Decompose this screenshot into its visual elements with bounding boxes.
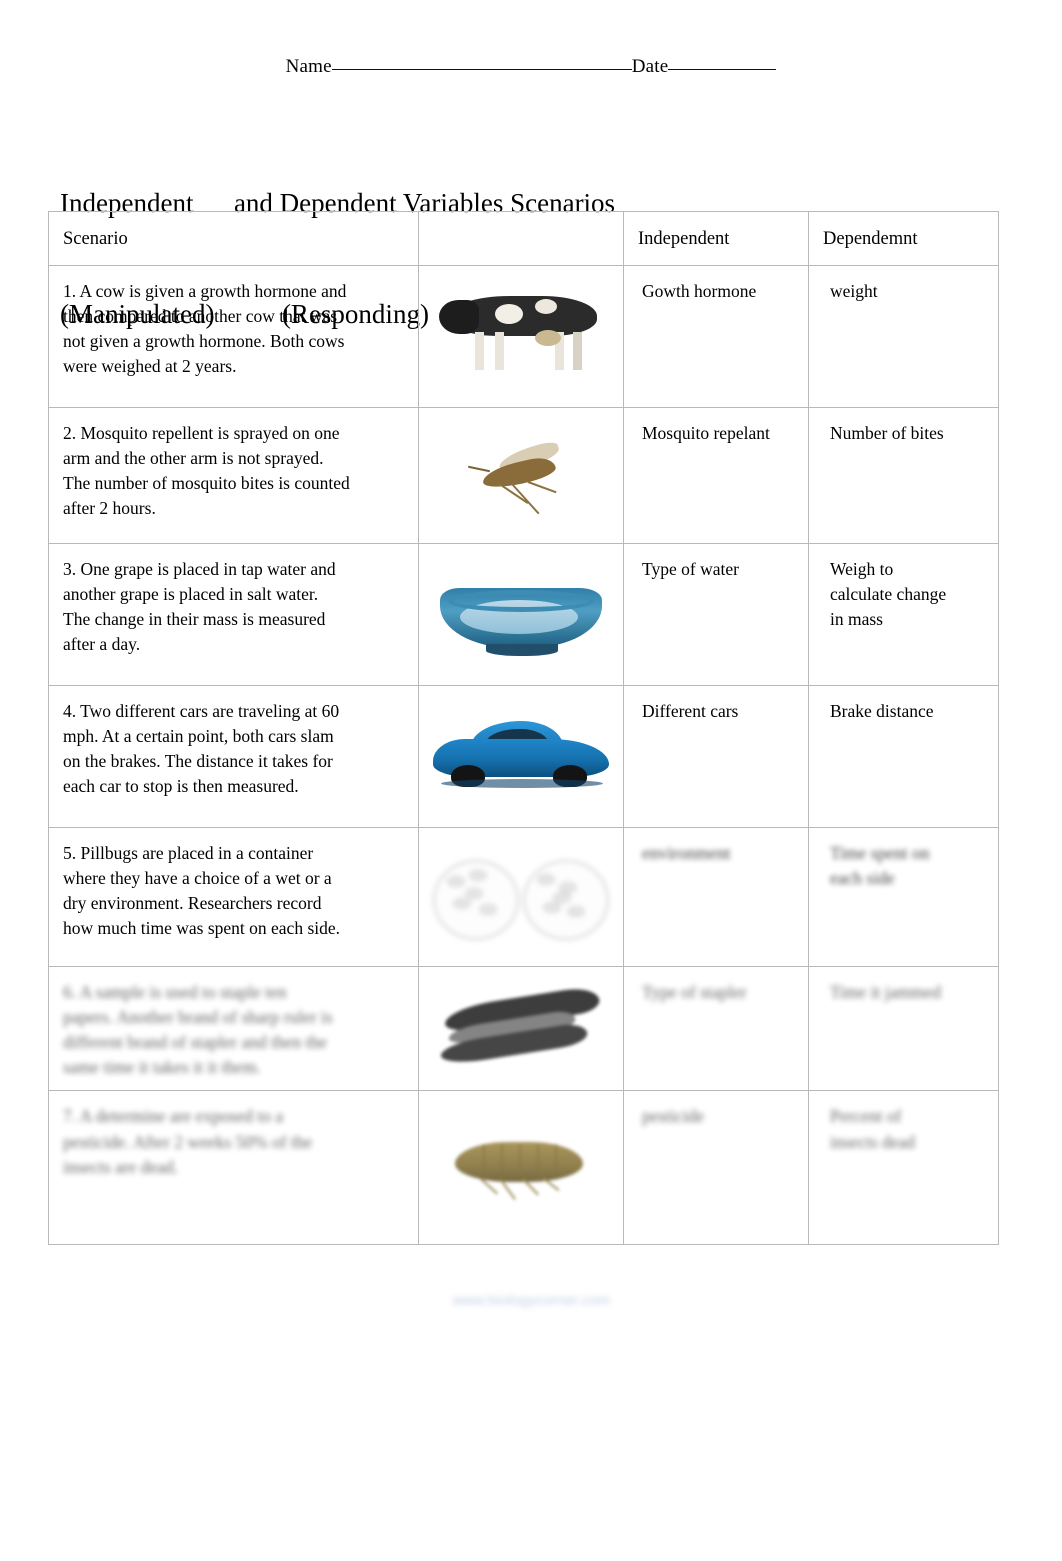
independent-cell[interactable]: environment xyxy=(623,826,809,967)
independent-answer: environment xyxy=(642,842,731,863)
date-label: Date xyxy=(631,56,669,77)
petri-dishes-photo xyxy=(431,848,611,946)
scenario-text: 4. Two different cars are traveling at 6… xyxy=(63,700,340,797)
scenarios-table: Scenario Independent Dependemnt 1. A cow… xyxy=(48,211,999,1246)
independent-answer: Different cars xyxy=(642,700,739,721)
scenario-cell: 4. Two different cars are traveling at 6… xyxy=(48,684,419,828)
blue-car-photo xyxy=(429,713,614,799)
independent-cell[interactable]: Mosquito repelant xyxy=(623,406,809,544)
scenario-cell: 2. Mosquito repellent is sprayed on one … xyxy=(48,406,419,544)
dependent-cell[interactable]: Percent of insects dead xyxy=(808,1090,999,1246)
picture-cell xyxy=(418,684,624,828)
table-row: 1. A cow is given a growth hormone and t… xyxy=(48,264,999,408)
independent-cell[interactable]: Different cars xyxy=(623,684,809,828)
dependent-answer: Time spent on each side xyxy=(830,842,930,888)
table-row: 7. A determine are exposed to a pesticid… xyxy=(48,1090,999,1246)
table-row: 6. A sample is used to staple ten papers… xyxy=(48,965,999,1092)
pillbug-photo xyxy=(437,1120,605,1216)
scenario-text: 6. A sample is used to staple ten papers… xyxy=(63,981,333,1078)
table-header-row: Scenario Independent Dependemnt xyxy=(48,211,999,266)
dependent-answer: Number of bites xyxy=(830,422,944,443)
scenario-text: 2. Mosquito repellent is sprayed on one … xyxy=(63,422,350,519)
independent-answer: pesticide xyxy=(642,1106,705,1127)
picture-cell xyxy=(418,1090,624,1246)
picture-cell xyxy=(418,406,624,544)
column-header-scenario: Scenario xyxy=(48,211,419,266)
date-blank-line[interactable] xyxy=(668,69,777,70)
dependent-answer: Weigh to calculate change in mass xyxy=(830,558,947,629)
column-header-dependent: Dependemnt xyxy=(808,211,999,266)
column-header-scenario-label: Scenario xyxy=(63,229,128,249)
dependent-answer: Brake distance xyxy=(830,700,934,721)
dependent-cell[interactable]: Time it jammed xyxy=(808,965,999,1092)
picture-cell xyxy=(418,965,624,1092)
cow-photo xyxy=(438,290,604,382)
scenario-text: 3. One grape is placed in tap water and … xyxy=(63,558,336,655)
independent-answer: Gowth hormone xyxy=(642,280,757,301)
scenario-cell: 7. A determine are exposed to a pesticid… xyxy=(48,1090,419,1246)
scenario-text: 5. Pillbugs are placed in a container wh… xyxy=(63,842,341,939)
independent-cell[interactable]: Gowth hormone xyxy=(623,264,809,408)
scenario-cell: 3. One grape is placed in tap water and … xyxy=(48,542,419,686)
scenario-text: 1. A cow is given a growth hormone and t… xyxy=(63,280,347,377)
independent-cell[interactable]: pesticide xyxy=(623,1090,809,1246)
dependent-answer: Percent of insects dead xyxy=(830,1106,916,1152)
dependent-cell[interactable]: Weigh to calculate change in mass xyxy=(808,542,999,686)
table-row: 2. Mosquito repellent is sprayed on one … xyxy=(48,406,999,544)
table-row: 5. Pillbugs are placed in a container wh… xyxy=(48,826,999,967)
dependent-answer: weight xyxy=(830,280,878,301)
column-header-picture xyxy=(418,211,624,266)
scenario-cell: 6. A sample is used to staple ten papers… xyxy=(48,965,419,1092)
dependent-answer: Time it jammed xyxy=(830,981,942,1002)
table-row: 4. Two different cars are traveling at 6… xyxy=(48,684,999,828)
table-row: 3. One grape is placed in tap water and … xyxy=(48,542,999,686)
name-date-header: Name Date xyxy=(0,56,1062,78)
independent-answer: Mosquito repelant xyxy=(642,422,770,443)
independent-answer: Type of stapler xyxy=(642,981,747,1002)
mosquito-photo xyxy=(446,432,596,518)
name-blank-line[interactable] xyxy=(331,69,632,70)
stapler-photo xyxy=(432,983,610,1075)
column-header-dependent-label: Dependemnt xyxy=(823,229,918,249)
scenario-cell: 5. Pillbugs are placed in a container wh… xyxy=(48,826,419,967)
independent-answer: Type of water xyxy=(642,558,739,579)
picture-cell xyxy=(418,264,624,408)
dependent-cell[interactable]: Brake distance xyxy=(808,684,999,828)
scenario-text: 7. A determine are exposed to a pesticid… xyxy=(63,1106,313,1177)
dependent-cell[interactable]: Number of bites xyxy=(808,406,999,544)
column-header-independent: Independent xyxy=(623,211,809,266)
independent-cell[interactable]: Type of water xyxy=(623,542,809,686)
source-link[interactable]: www.biologycorner.com xyxy=(0,1292,1062,1309)
dependent-cell[interactable]: weight xyxy=(808,264,999,408)
name-label: Name xyxy=(285,56,332,77)
independent-cell[interactable]: Type of stapler xyxy=(623,965,809,1092)
dependent-cell[interactable]: Time spent on each side xyxy=(808,826,999,967)
picture-cell xyxy=(418,542,624,686)
blue-bowl-photo xyxy=(434,566,609,662)
picture-cell xyxy=(418,826,624,967)
column-header-independent-label: Independent xyxy=(638,229,730,249)
scenario-cell: 1. A cow is given a growth hormone and t… xyxy=(48,264,419,408)
